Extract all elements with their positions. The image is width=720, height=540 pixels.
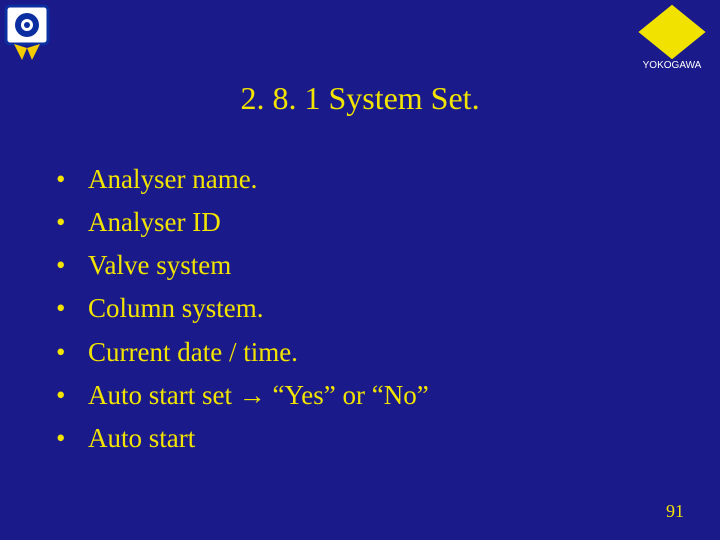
list-item: Column system. (56, 289, 429, 328)
page-number: 91 (666, 501, 684, 522)
yokogawa-logo: YOKOGAWA (630, 2, 714, 72)
list-item: Valve system (56, 246, 429, 285)
list-item: Current date / time. (56, 333, 429, 372)
certification-badge-icon (4, 4, 50, 60)
slide-title: 2. 8. 1 System Set. (0, 80, 720, 117)
bullet-list: Analyser name. Analyser ID Valve system … (56, 160, 429, 462)
logo-brand-text: YOKOGAWA (643, 60, 702, 71)
list-item: Auto start (56, 419, 429, 458)
list-item: Analyser ID (56, 203, 429, 242)
list-item: Auto start set → “Yes” or “No” (56, 376, 429, 415)
list-item: Analyser name. (56, 160, 429, 199)
